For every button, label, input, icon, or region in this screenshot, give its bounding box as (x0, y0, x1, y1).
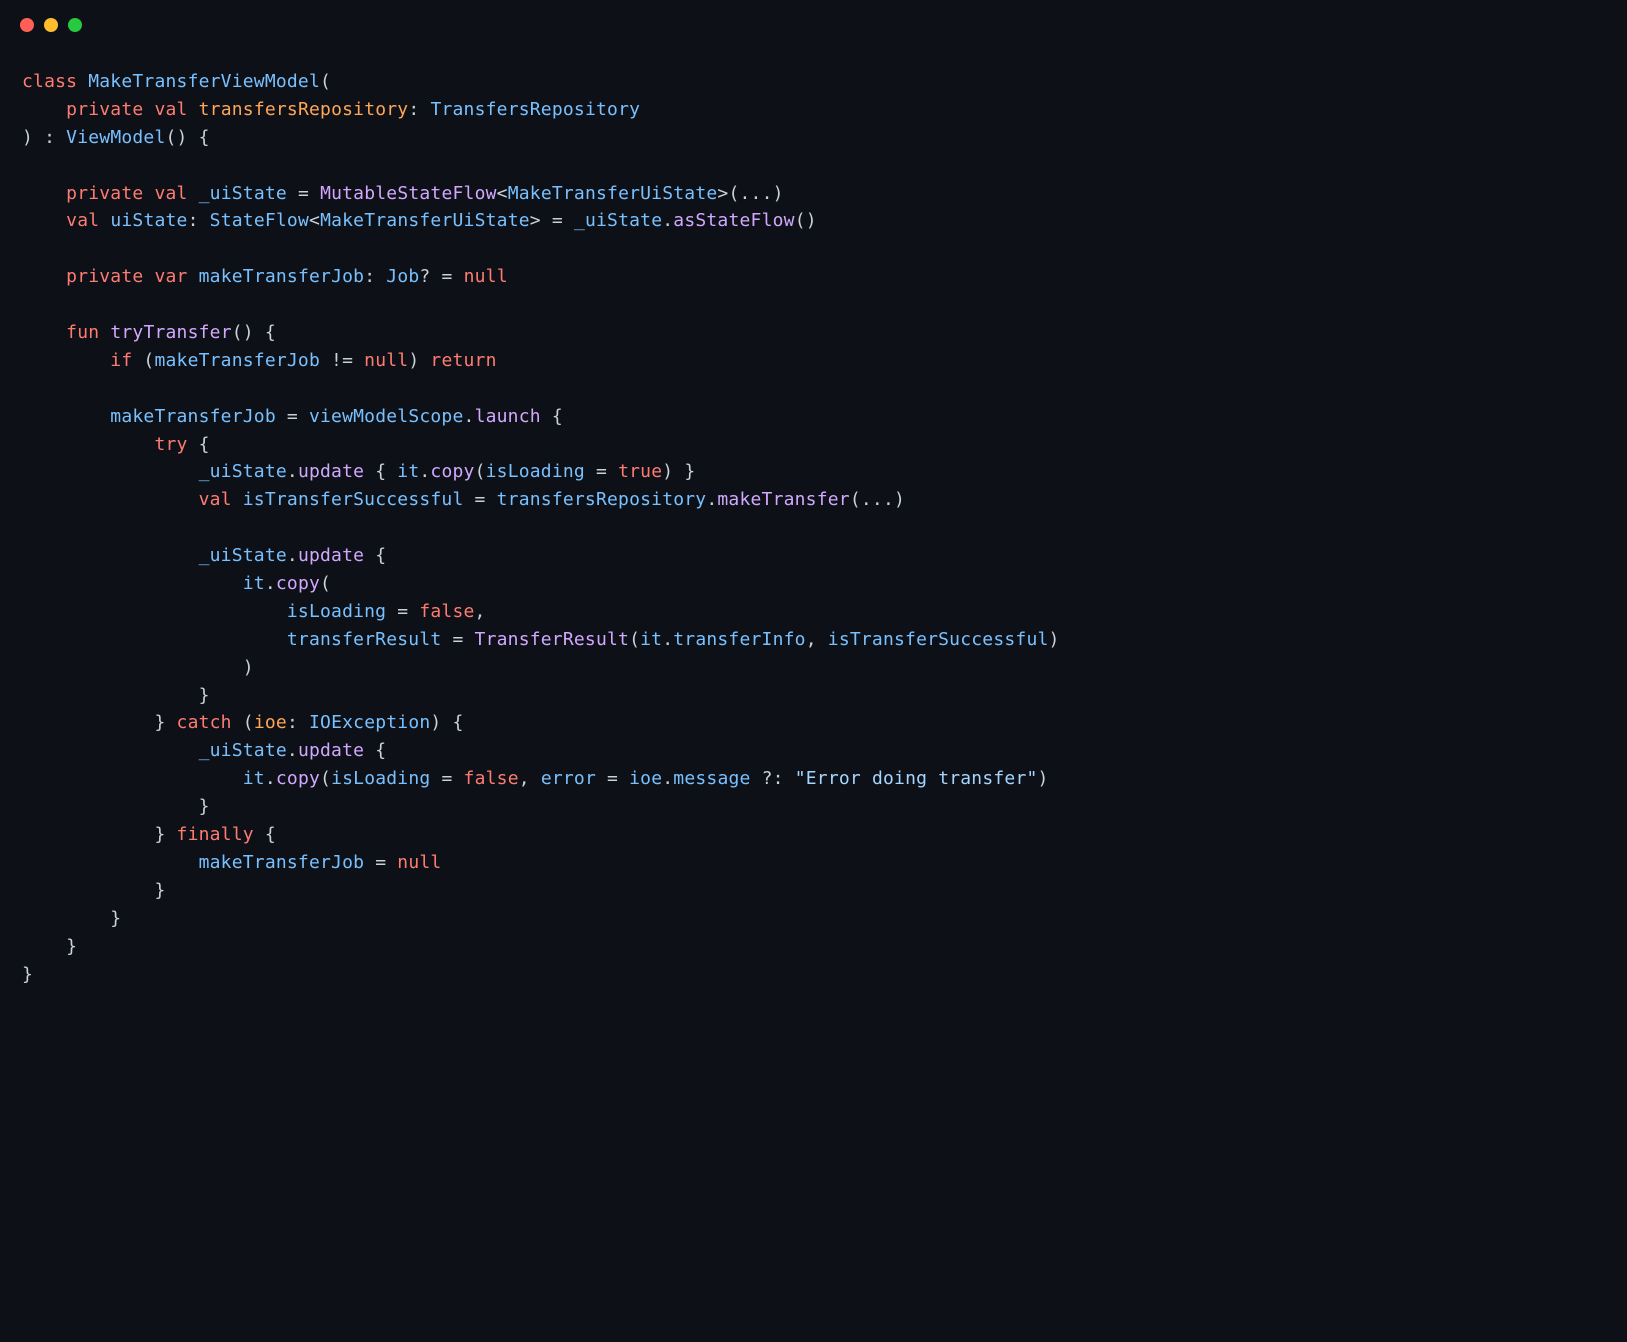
code-line: _uiState.update { it.copy(isLoading = tr… (22, 461, 695, 482)
code-line: private val _uiState = MutableStateFlow<… (22, 183, 784, 204)
code-line: } (22, 796, 210, 817)
code-line: class MakeTransferViewModel( (22, 71, 331, 92)
code-line: private var makeTransferJob: Job? = null (22, 266, 508, 287)
code-line: ) (22, 657, 254, 678)
code-line: ) : ViewModel() { (22, 127, 210, 148)
code-line: makeTransferJob = null (22, 852, 441, 873)
code-line: } (22, 964, 33, 985)
code-line: } (22, 685, 210, 706)
code-editor[interactable]: class MakeTransferViewModel( private val… (0, 40, 1627, 998)
code-line: if (makeTransferJob != null) return (22, 350, 497, 371)
code-line: _uiState.update { (22, 740, 386, 761)
zoom-icon[interactable] (68, 18, 82, 32)
code-line: } (22, 936, 77, 957)
code-line: it.copy(isLoading = false, error = ioe.m… (22, 768, 1049, 789)
minimize-icon[interactable] (44, 18, 58, 32)
code-line: it.copy( (22, 573, 331, 594)
code-line: } (22, 880, 166, 901)
code-line: _uiState.update { (22, 545, 386, 566)
code-line: try { (22, 434, 210, 455)
window-titlebar (0, 0, 1627, 40)
code-line: } (22, 908, 121, 929)
code-line: val uiState: StateFlow<MakeTransferUiSta… (22, 210, 817, 231)
code-line: } finally { (22, 824, 276, 845)
code-line: fun tryTransfer() { (22, 322, 276, 343)
close-icon[interactable] (20, 18, 34, 32)
code-line: private val transfersRepository: Transfe… (22, 99, 640, 120)
code-line: makeTransferJob = viewModelScope.launch … (22, 406, 563, 427)
code-line: val isTransferSuccessful = transfersRepo… (22, 489, 905, 510)
code-line: isLoading = false, (22, 601, 486, 622)
code-line: } catch (ioe: IOException) { (22, 712, 464, 733)
code-window: class MakeTransferViewModel( private val… (0, 0, 1627, 998)
code-line: transferResult = TransferResult(it.trans… (22, 629, 1060, 650)
